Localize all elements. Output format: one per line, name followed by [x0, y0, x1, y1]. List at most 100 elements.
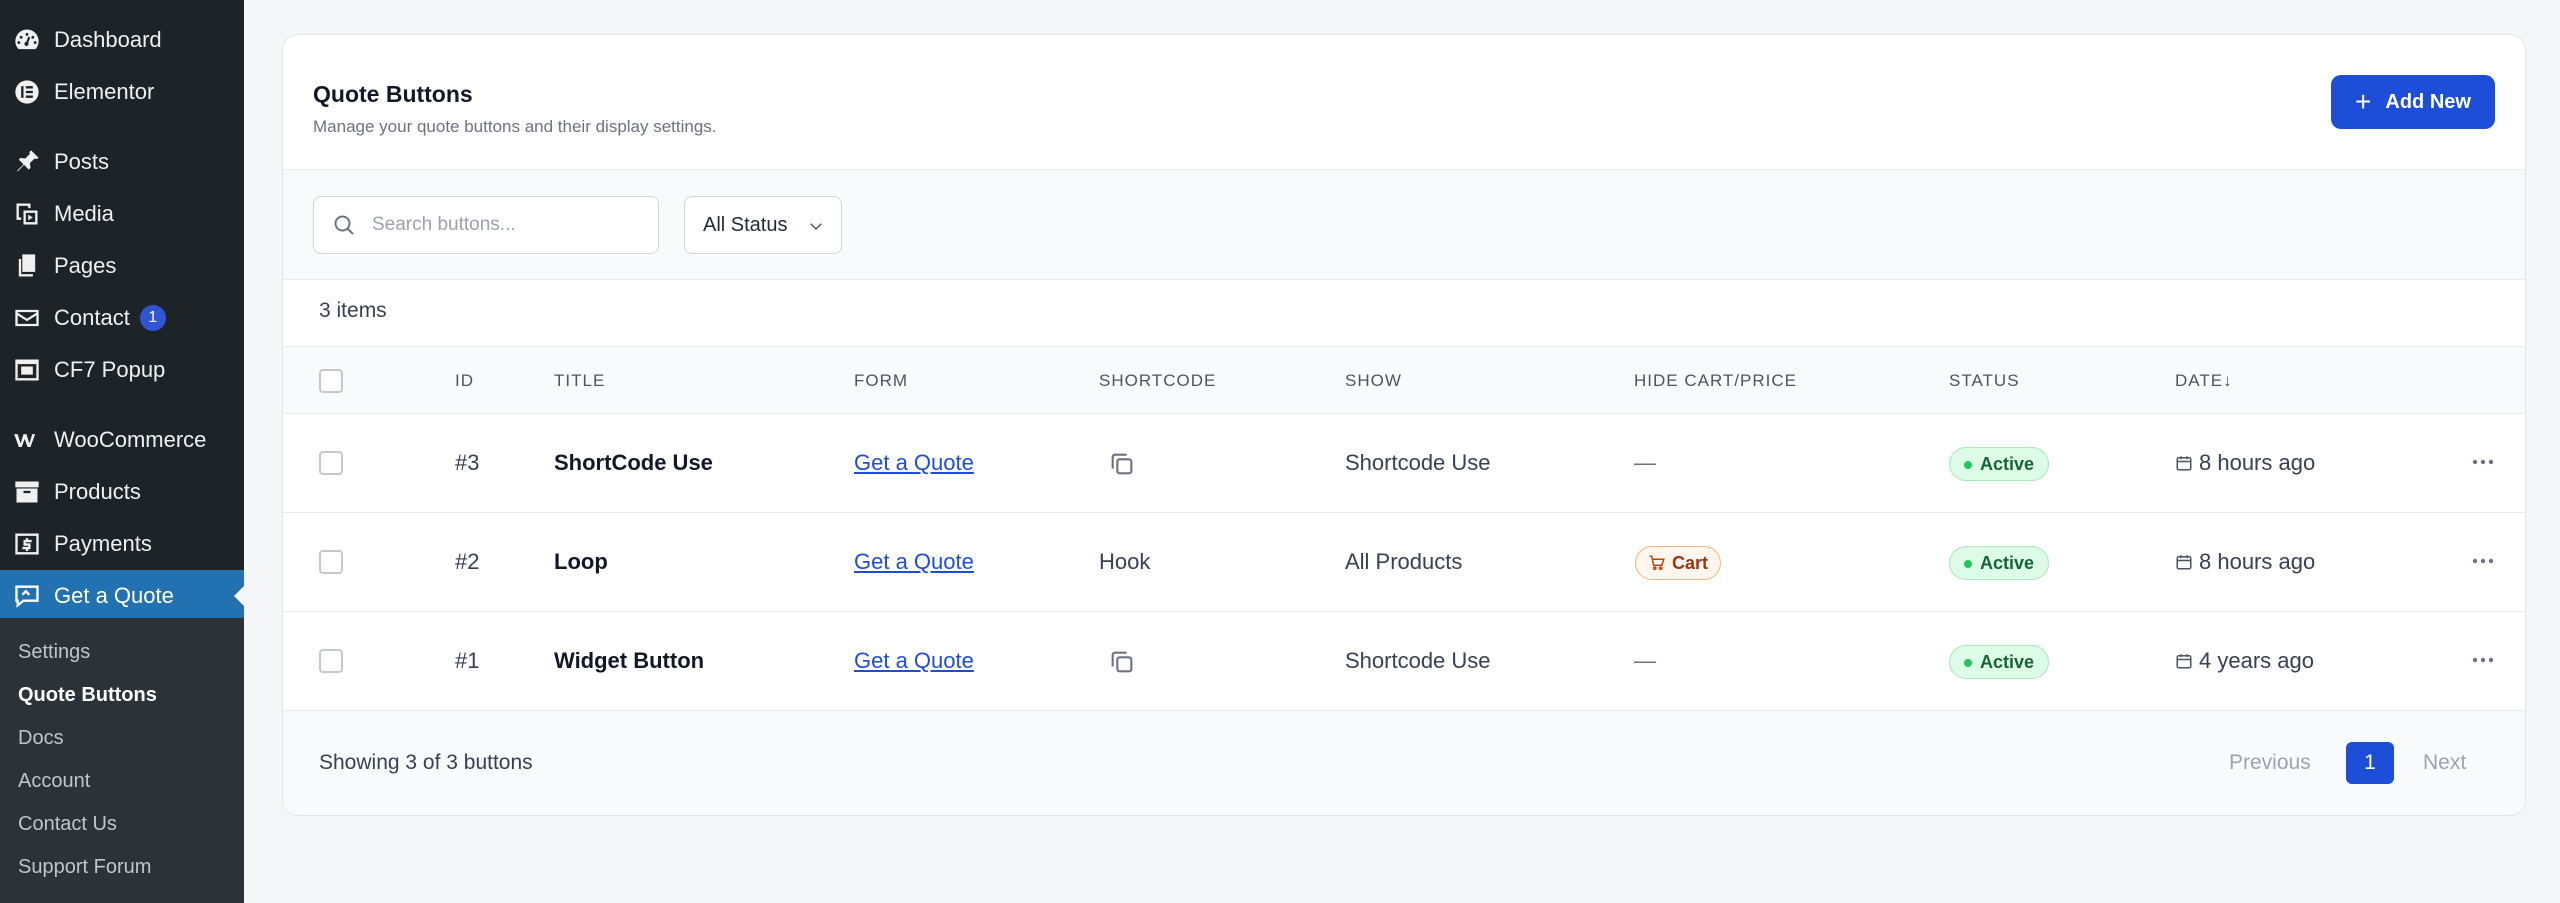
menu-item-media[interactable]: Media	[0, 188, 244, 240]
column-id: ID	[455, 371, 474, 390]
page-title: Quote Buttons	[313, 81, 473, 107]
menu-item-label: CF7 Popup	[54, 357, 166, 382]
quote-buttons-card: Quote Buttons Manage your quote buttons …	[282, 34, 2526, 816]
row-date-text: 4 years ago	[2199, 648, 2314, 673]
row-show: Shortcode Use	[1345, 450, 1491, 475]
menu-item-label: Media	[54, 201, 114, 226]
menu-item-label: Payments	[54, 531, 152, 556]
card-header: Quote Buttons Manage your quote buttons …	[283, 35, 2525, 170]
menu-item-posts[interactable]: Posts	[0, 136, 244, 188]
column-show: SHOW	[1345, 371, 1402, 390]
submenu-item-docs[interactable]: Docs	[18, 718, 64, 758]
copy-icon[interactable]	[1108, 648, 1136, 676]
menu-item-payments[interactable]: Payments	[0, 518, 244, 570]
menu-item-label: Elementor	[54, 79, 155, 104]
table-row: #3 ShortCode Use Get a Quote Shortcode U…	[283, 414, 2525, 513]
status-badge: Active	[1949, 447, 2050, 481]
select-all-checkbox[interactable]	[319, 369, 343, 393]
quote-chat-icon	[12, 581, 42, 611]
submenu-item-settings[interactable]: Settings	[18, 632, 90, 672]
page-1-button[interactable]: 1	[2346, 742, 2394, 784]
media-icon	[12, 199, 42, 229]
row-date-text: 8 hours ago	[2199, 450, 2316, 475]
row-title[interactable]: ShortCode Use	[554, 450, 713, 476]
row-checkbox[interactable]	[319, 451, 343, 475]
submenu-item-contact-us[interactable]: Contact Us	[18, 804, 117, 844]
calendar-icon	[2176, 456, 2192, 471]
search-input[interactable]	[372, 214, 642, 236]
menu-item-label: WooCommerce	[54, 427, 207, 452]
submenu-item-support-forum[interactable]: Support Forum	[18, 847, 151, 887]
add-new-button[interactable]: + Add New	[2331, 75, 2495, 129]
menu-item-dashboard[interactable]: Dashboard	[0, 14, 244, 66]
menu-item-elementor[interactable]: Elementor	[0, 66, 244, 118]
menu-item-products[interactable]: Products	[0, 466, 244, 518]
column-date[interactable]: DATE↓	[2175, 371, 2233, 391]
submenu-item-account[interactable]: Account	[18, 761, 90, 801]
row-title[interactable]: Widget Button	[554, 648, 704, 674]
filter-bar: All Status	[283, 170, 2525, 280]
menu-item-label: Pages	[54, 253, 117, 278]
cart-badge: Cart	[1635, 546, 1722, 580]
status-badge: Active	[1949, 645, 2050, 679]
more-actions-icon[interactable]	[2471, 557, 2495, 565]
row-title[interactable]: Loop	[554, 549, 608, 575]
column-hide-cart-price: HIDE CART/PRICE	[1634, 371, 1797, 390]
row-show: Shortcode Use	[1345, 648, 1491, 673]
column-title[interactable]: TITLE	[554, 371, 605, 391]
status-filter-select[interactable]: All Status	[684, 196, 842, 254]
search-icon	[334, 215, 354, 235]
table-row: #2 Loop Get a Quote Hook All Products Ca…	[283, 513, 2525, 612]
showing-count: Showing 3 of 3 buttons	[319, 751, 533, 774]
more-actions-icon[interactable]	[2471, 656, 2495, 664]
woocommerce-icon	[12, 425, 42, 455]
row-hide-cart-price: —	[1634, 450, 1656, 475]
column-form: FORM	[854, 371, 909, 390]
row-id: #3	[455, 450, 480, 475]
column-status: STATUS	[1949, 371, 2020, 390]
menu-item-pages[interactable]: Pages	[0, 240, 244, 292]
menu-item-woocommerce[interactable]: WooCommerce	[0, 414, 244, 466]
pages-icon	[12, 251, 42, 281]
row-show: All Products	[1345, 549, 1463, 574]
menu-item-label: Contact	[54, 305, 130, 330]
calendar-icon	[2176, 654, 2192, 669]
row-form-link[interactable]: Get a Quote	[854, 648, 974, 674]
menu-item-contact[interactable]: Contact 1	[0, 292, 244, 344]
row-checkbox[interactable]	[319, 550, 343, 574]
notification-badge: 1	[139, 305, 166, 331]
menu-item-cf7-popup[interactable]: CF7 Popup	[0, 344, 244, 396]
menu-item-label: Get a Quote	[54, 583, 174, 608]
search-box[interactable]	[313, 196, 659, 254]
menu-item-get-a-quote[interactable]: Get a Quote	[0, 570, 244, 622]
status-filter-value: All Status	[703, 213, 788, 236]
next-page-button[interactable]: Next	[2423, 751, 2466, 775]
table-footer: Showing 3 of 3 buttons Previous 1 Next	[283, 711, 2525, 815]
table-header: ID TITLE FORM SHORTCODE SHOW HIDE CART/P…	[283, 346, 2525, 414]
more-actions-icon[interactable]	[2471, 458, 2495, 466]
row-date: 4 years ago	[2175, 648, 2314, 674]
row-date-text: 8 hours ago	[2199, 549, 2316, 574]
previous-page-button[interactable]: Previous	[2229, 751, 2311, 775]
menu-item-label: Dashboard	[54, 27, 162, 52]
row-form-link[interactable]: Get a Quote	[854, 549, 974, 575]
copy-icon[interactable]	[1108, 450, 1136, 478]
popup-icon	[12, 355, 42, 385]
admin-sidebar: Dashboard Elementor Posts Media Pages Co…	[0, 0, 244, 903]
row-date: 8 hours ago	[2175, 549, 2315, 575]
row-id: #1	[455, 648, 480, 673]
pin-icon	[12, 147, 42, 177]
cart-badge-label: Cart	[1672, 552, 1709, 573]
mail-icon	[12, 303, 42, 333]
calendar-icon	[2176, 555, 2192, 570]
dashboard-icon	[12, 25, 42, 55]
column-shortcode: SHORTCODE	[1099, 371, 1217, 390]
elementor-icon	[12, 77, 42, 107]
menu-item-label: Posts	[54, 149, 110, 174]
submenu-item-quote-buttons[interactable]: Quote Buttons	[18, 675, 157, 715]
row-form-link[interactable]: Get a Quote	[854, 450, 974, 476]
dollar-icon	[12, 529, 42, 559]
archive-icon	[12, 477, 42, 507]
page-subtitle: Manage your quote buttons and their disp…	[313, 117, 717, 136]
row-checkbox[interactable]	[319, 649, 343, 673]
